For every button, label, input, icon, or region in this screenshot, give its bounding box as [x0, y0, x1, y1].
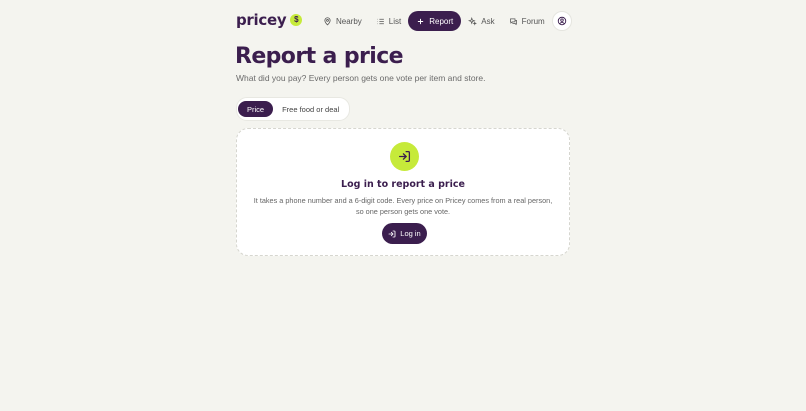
nav-report-label: Report: [429, 16, 454, 26]
user-circle-icon: [557, 16, 567, 26]
report-type-tabs: Price Free food or deal: [236, 97, 351, 121]
pricey-logo[interactable]: pricey $: [236, 11, 303, 29]
page-subtitle: What did you pay? Every person gets one …: [236, 73, 486, 83]
login-card-text-line1: It takes a phone number and a 6-digit co…: [253, 196, 553, 205]
nav-list-label: List: [388, 16, 402, 26]
nav-report[interactable]: Report: [408, 11, 462, 31]
list-icon: [377, 18, 384, 24]
nav-ask-label: Ask: [481, 16, 495, 26]
logo-text: pricey: [236, 11, 287, 29]
dollar-badge-icon: $: [290, 13, 303, 26]
login-button[interactable]: Log in: [382, 223, 427, 244]
log-in-small-icon: [388, 230, 396, 237]
page-title: Report a price: [235, 44, 404, 69]
tab-price[interactable]: Price: [238, 101, 274, 117]
nav-nearby-label: Nearby: [336, 16, 362, 26]
login-icon-badge: [390, 142, 419, 171]
nav-nearby[interactable]: Nearby: [316, 11, 369, 31]
tab-free-food-or-deal[interactable]: Free food or deal: [273, 101, 348, 117]
sparkles-icon: [468, 16, 478, 26]
main-nav: Nearby List Report Ask Forum: [316, 10, 552, 32]
nav-forum-label: Forum: [521, 16, 545, 26]
login-card-text-line2: so one person gets one vote.: [355, 207, 451, 216]
top-nav-bar: pricey $ Nearby List Report Ask Forum: [236, 10, 572, 32]
nav-ask[interactable]: Ask: [461, 11, 501, 31]
login-card-text: It takes a phone number and a 6-digit co…: [249, 195, 557, 217]
map-pin-icon: [324, 16, 331, 25]
profile-button[interactable]: [552, 11, 572, 31]
login-button-label: Log in: [400, 229, 421, 238]
nav-forum[interactable]: Forum: [502, 11, 552, 31]
plus-icon: [418, 18, 424, 24]
login-prompt-card: Log in to report a price It takes a phon…: [236, 128, 570, 256]
login-card-title: Log in to report a price: [341, 179, 465, 190]
nav-list[interactable]: List: [369, 11, 408, 31]
log-in-icon: [398, 150, 411, 163]
chat-icon: [509, 18, 517, 25]
